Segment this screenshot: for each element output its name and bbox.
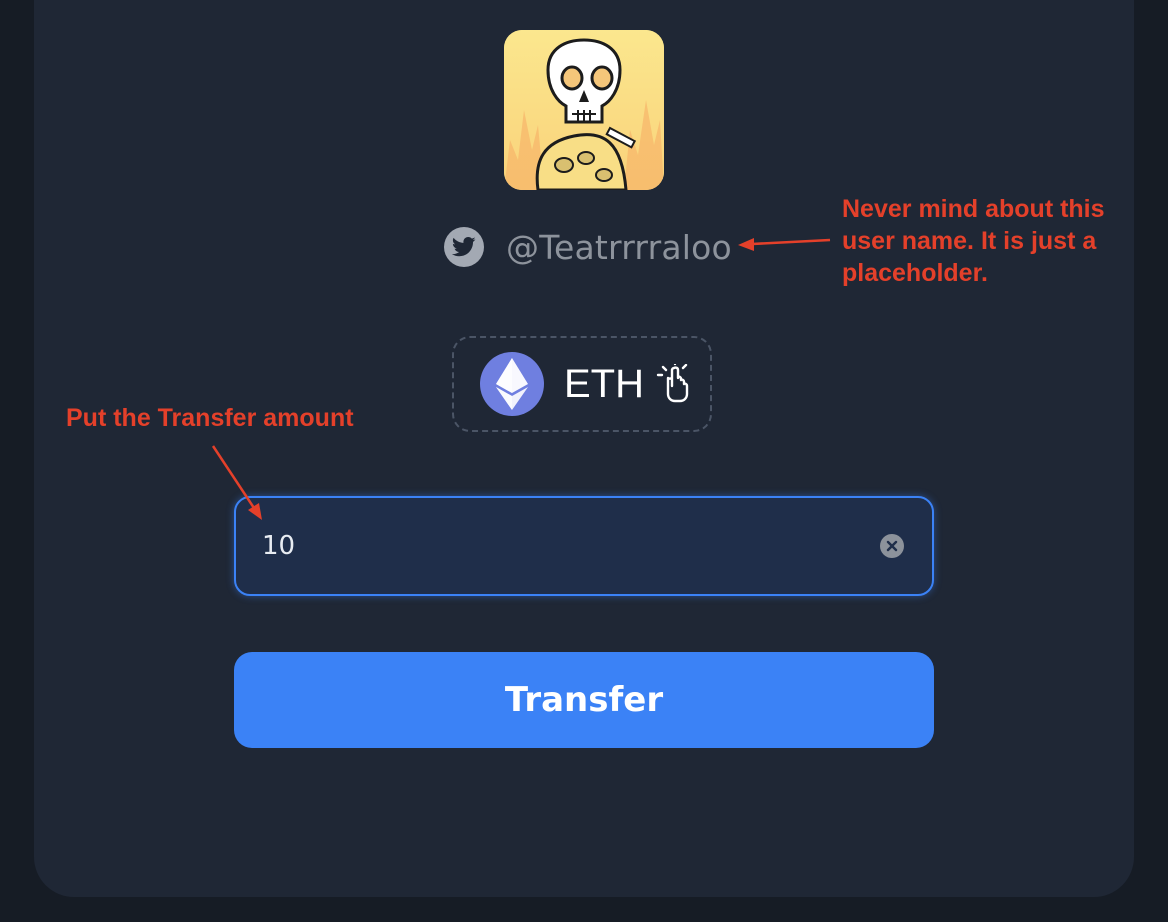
avatar	[504, 30, 664, 190]
twitter-bird-glyph	[452, 237, 476, 257]
twitter-icon	[444, 227, 484, 267]
username-annotation: Never mind about this user name. It is j…	[842, 195, 1105, 287]
amount-annotation: Put the Transfer amount	[66, 404, 354, 432]
page: @Teatrrrraloo ETH Transfer Never mind ab…	[0, 0, 1168, 922]
clear-x-glyph	[886, 540, 898, 552]
twitter-handle: @Teatrrrraloo	[444, 224, 732, 270]
token-selector[interactable]: ETH	[452, 336, 712, 432]
ethereum-logo-icon	[480, 352, 544, 416]
amount-field[interactable]	[234, 496, 934, 596]
tap-hand-icon	[656, 364, 689, 403]
clear-x-icon[interactable]	[880, 534, 904, 558]
transfer-button[interactable]: Transfer	[234, 652, 934, 748]
skull-avatar-image	[504, 30, 664, 190]
token-symbol: ETH	[564, 361, 644, 406]
ethereum-diamond-glyph	[496, 358, 528, 410]
username-label: @Teatrrrraloo	[506, 227, 732, 267]
amount-input[interactable]	[260, 530, 880, 562]
